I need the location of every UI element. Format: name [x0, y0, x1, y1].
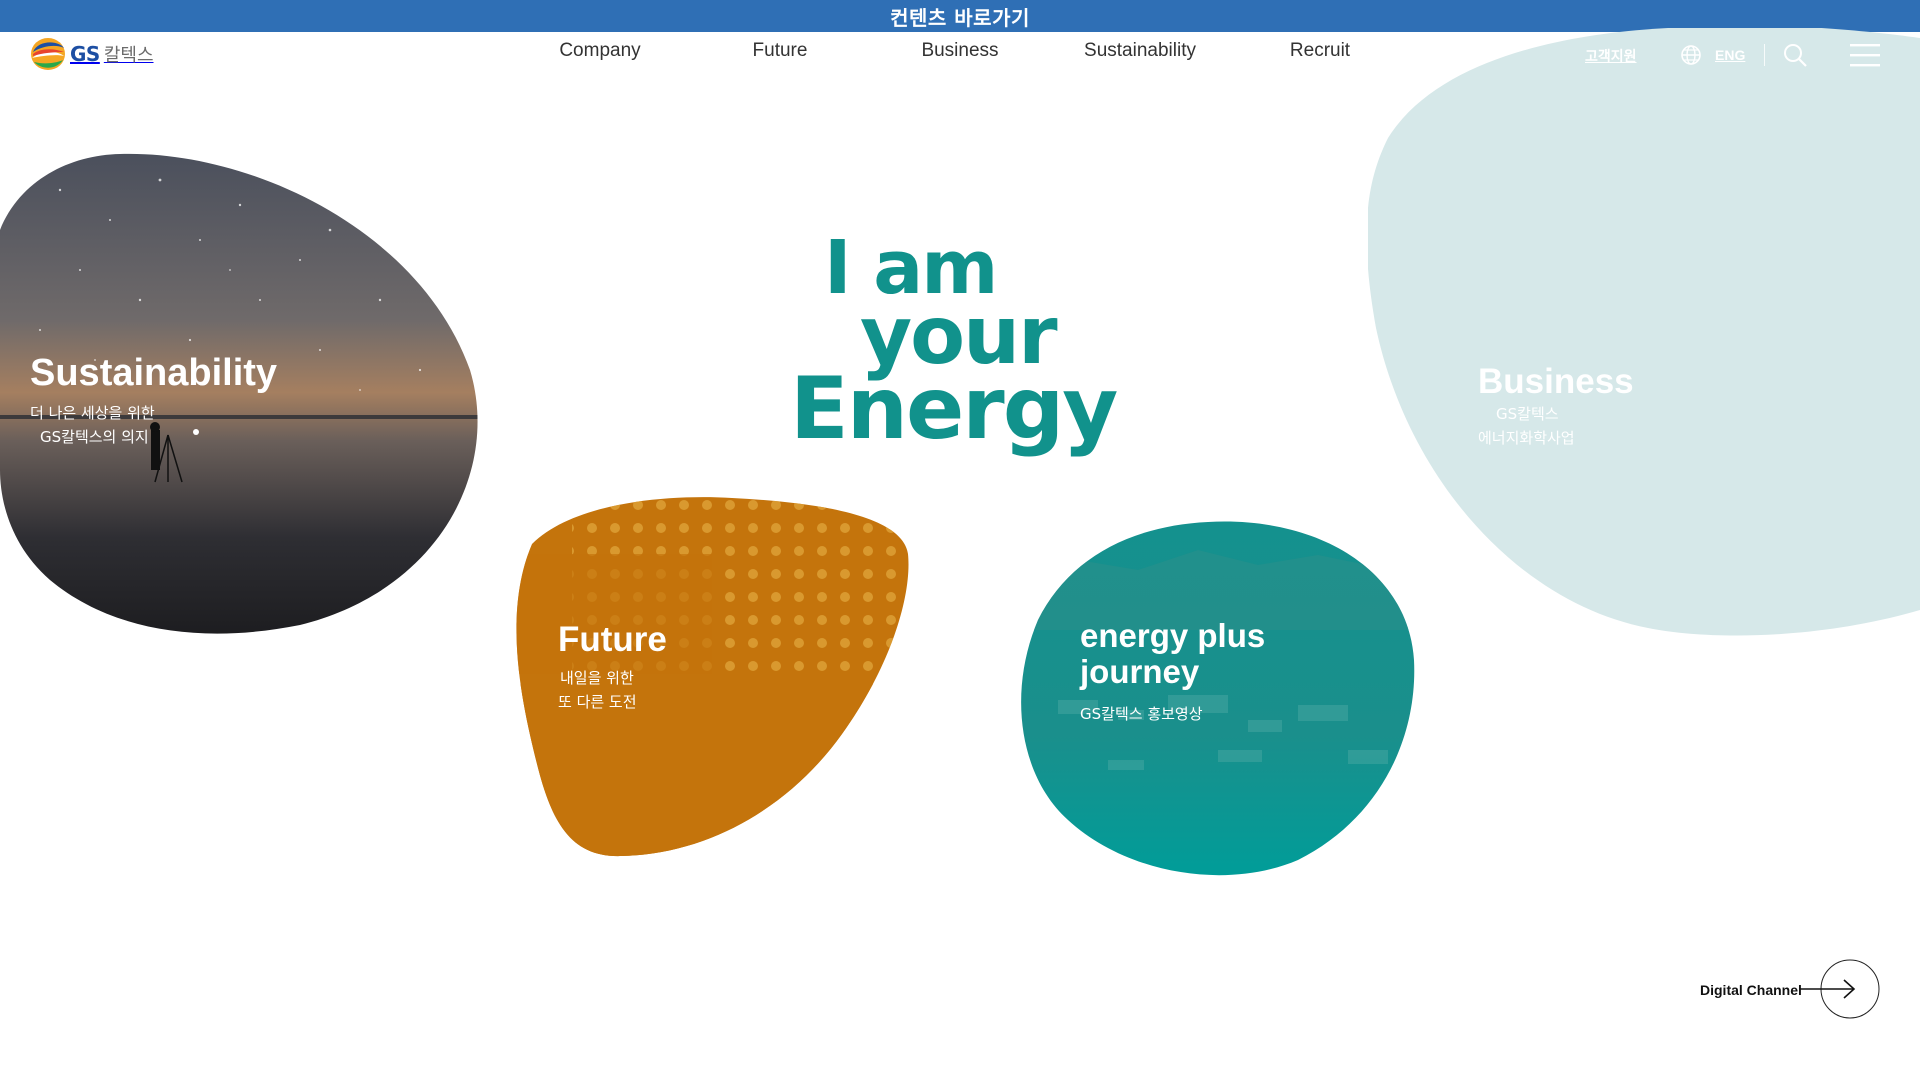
slogan-line-3: Energy [790, 358, 1118, 459]
future-subtitle-1: 내일을 위한 [560, 669, 634, 687]
customer-support-link[interactable]: 고객지원 [1585, 46, 1637, 66]
globe-icon[interactable] [1680, 44, 1702, 66]
future-subtitle-2: 또 다른 도전 [558, 693, 637, 711]
energy-plus-journey-subtitle: GS칼텍스 홍보영상 [1080, 705, 1203, 723]
business-card[interactable]: Business GS칼텍스 에너지화학사업 [1368, 28, 1920, 640]
utility-divider [1764, 44, 1765, 66]
language-toggle[interactable]: ENG [1715, 47, 1745, 63]
sustainability-card[interactable]: Sustainability 더 나은 세상을 위한 GS칼텍스의 의지 [0, 150, 485, 635]
future-title: Future [558, 620, 667, 659]
energy-plus-journey-card-label: energy plus journey GS칼텍스 홍보영상 [1080, 618, 1340, 726]
nav-future[interactable]: Future [753, 40, 808, 62]
skip-to-content-link[interactable]: 컨텐츠 바로가기 [890, 2, 1030, 31]
search-icon[interactable] [1782, 42, 1808, 68]
digital-channel-link[interactable]: Digital Channel [1690, 958, 1890, 1020]
energy-plus-journey-title: energy plus journey [1080, 617, 1266, 690]
nav-company[interactable]: Company [559, 40, 640, 62]
sustainability-subtitle-2: GS칼텍스의 의지 [40, 428, 149, 446]
business-subtitle-1: GS칼텍스 [1496, 405, 1559, 423]
hamburger-menu-icon[interactable] [1848, 42, 1882, 68]
nav-sustainability[interactable]: Sustainability [1084, 40, 1196, 62]
nav-recruit[interactable]: Recruit [1290, 40, 1350, 62]
arrow-right-icon [1800, 959, 1880, 1019]
sustainability-card-label: Sustainability 더 나은 세상을 위한 GS칼텍스의 의지 [30, 352, 277, 449]
i-am-your-energy-slogan: I am your Energy [780, 231, 1120, 459]
business-subtitle-2: 에너지화학사업 [1478, 429, 1575, 447]
business-blob-shape [1368, 28, 1920, 636]
energy-plus-journey-card[interactable]: energy plus journey GS칼텍스 홍보영상 [1018, 520, 1416, 878]
business-card-label: Business GS칼텍스 에너지화학사업 [1478, 362, 1634, 450]
future-card-label: Future 내일을 위한 또 다른 도전 [558, 620, 667, 714]
sustainability-title: Sustainability [30, 352, 278, 394]
digital-channel-label: Digital Channel [1700, 982, 1802, 998]
business-title: Business [1478, 362, 1634, 401]
sustainability-subtitle-1: 더 나은 세상을 위한 [30, 404, 155, 422]
future-card[interactable]: Future 내일을 위한 또 다른 도전 [512, 494, 910, 858]
nav-business[interactable]: Business [921, 40, 998, 62]
